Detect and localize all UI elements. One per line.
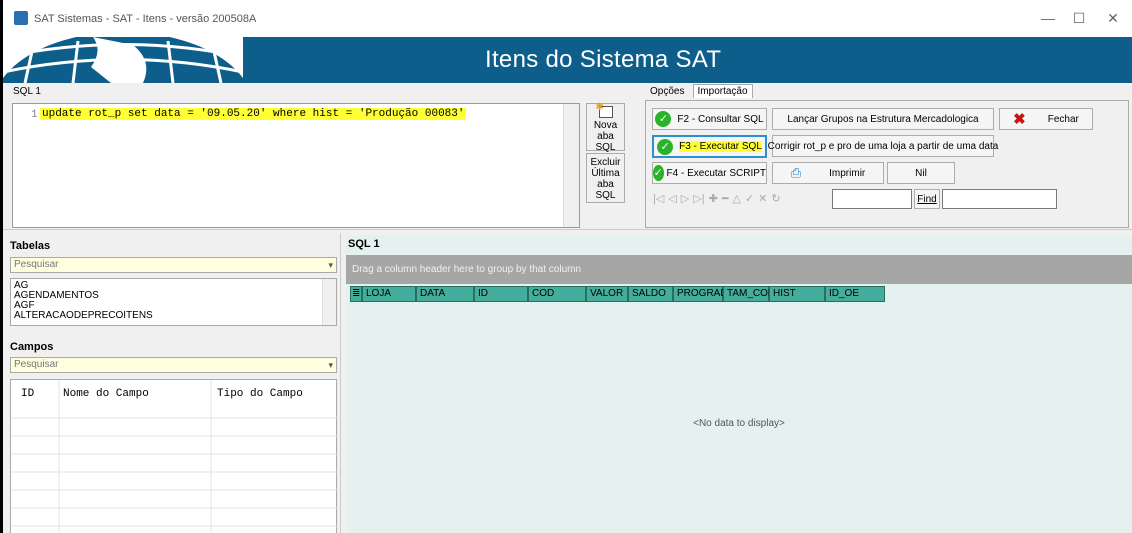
column-header[interactable]: VALOR (586, 286, 628, 302)
column-header[interactable]: HIST (769, 286, 825, 302)
launch-groups-button[interactable]: Lançar Grupos na Estrutura Mercadologica (772, 108, 994, 130)
refresh-record-icon[interactable]: ↻ (771, 192, 780, 205)
column-header[interactable]: LOJA (362, 286, 416, 302)
tables-list[interactable]: AG AGENDAMENTOS AGF ALTERACAODEPRECOITEN… (10, 278, 337, 326)
record-navigator: |◁ ◁ ▷ ▷| ✚ ━ △ ✓ ✕ ↻ (653, 192, 781, 205)
header-banner: Itens do Sistema SAT (3, 37, 1132, 83)
find-label: Find (917, 193, 937, 205)
new-sql-tab-label: Nova aba SQL (593, 120, 618, 153)
column-header[interactable]: COD (528, 286, 586, 302)
list-item[interactable]: AGENDAMENTOS (14, 291, 333, 301)
no-data-message: <No data to display> (693, 418, 785, 429)
delete-sql-tab-button[interactable]: Excluir Última aba SQL (586, 153, 625, 203)
list-item[interactable]: ALTERACAODEPRECOITENS (14, 311, 333, 321)
title-bar: SAT Sistemas - SAT - Itens - versão 2005… (3, 0, 1132, 37)
options-panel: ✓ F2 - Consultar SQL ✓ F3 - Executar SQL… (645, 100, 1129, 228)
find-value-input[interactable] (942, 189, 1057, 209)
app-window: SAT Sistemas - SAT - Itens - versão 2005… (3, 0, 1132, 533)
column-header[interactable]: PROGRADE (673, 286, 734, 302)
tables-label: Tabelas (10, 240, 51, 252)
tables-scrollbar[interactable] (322, 279, 336, 325)
fields-grid-lines (11, 380, 338, 533)
execute-script-label: F4 - Executar SCRIPT (666, 167, 766, 179)
last-record-icon[interactable]: ▷| (693, 192, 704, 205)
print-label: Imprimir (829, 167, 866, 179)
find-button[interactable]: Find (914, 189, 940, 209)
results-tab-title[interactable]: SQL 1 (348, 238, 380, 250)
fields-grid[interactable]: ID Nome do Campo Tipo do Campo (10, 379, 338, 533)
globe-logo (3, 37, 243, 83)
sql-editor[interactable]: 1 update rot_p set data = '09.05.20' whe… (12, 103, 580, 228)
chevron-down-icon[interactable]: ▾ (328, 258, 333, 272)
banner-title: Itens do Sistema SAT (485, 46, 722, 73)
column-chooser-icon[interactable]: ≣ (350, 286, 362, 302)
post-record-icon[interactable]: ✓ (745, 192, 754, 205)
print-button[interactable]: ⎙ Imprimir (772, 162, 884, 184)
close-button[interactable]: ✖ Fechar (999, 108, 1093, 130)
column-header[interactable]: ID_OE (825, 286, 885, 302)
fix-rot-button[interactable]: Corrigir rot_p e pro de uma loja a parti… (768, 135, 998, 157)
column-header[interactable]: DATA (416, 286, 474, 302)
results-column-headers: ≣ LOJA DATA ID COD VALOR SALDO PROGRADE … (350, 286, 885, 302)
fields-search-input[interactable]: Pesquisar ▾ (10, 357, 337, 373)
prior-record-icon[interactable]: ◁ (668, 192, 676, 205)
line-number: 1 (31, 109, 38, 121)
editor-scrollbar[interactable] (563, 104, 579, 227)
fields-search-placeholder: Pesquisar (14, 359, 59, 370)
new-tab-icon: ✱ (596, 102, 613, 118)
printer-icon: ⎙ (790, 165, 802, 180)
tables-search-input[interactable]: Pesquisar ▾ (10, 257, 337, 273)
execute-sql-label: F3 - Executar SQL (679, 141, 762, 152)
sql-tab[interactable]: SQL 1 (13, 86, 41, 97)
consult-sql-button[interactable]: ✓ F2 - Consultar SQL (652, 108, 767, 130)
chevron-down-icon[interactable]: ▾ (328, 358, 333, 372)
find-input[interactable] (832, 189, 912, 209)
consult-sql-label: F2 - Consultar SQL (677, 113, 764, 125)
window-title: SAT Sistemas - SAT - Itens - versão 2005… (34, 13, 257, 25)
nil-button[interactable]: Nil (887, 162, 955, 184)
column-header[interactable]: ID (474, 286, 528, 302)
cancel-record-icon[interactable]: ✕ (758, 192, 767, 205)
column-header[interactable]: SALDO (628, 286, 673, 302)
execute-sql-button[interactable]: ✓ F3 - Executar SQL (652, 135, 767, 158)
close-x-icon: ✖ (1013, 111, 1026, 128)
tables-search-placeholder: Pesquisar (14, 259, 59, 270)
close-label: Fechar (1047, 113, 1079, 125)
tab-opcoes[interactable]: Opções (645, 84, 689, 99)
tab-importacao[interactable]: Importação (692, 84, 753, 98)
delete-record-icon[interactable]: ━ (722, 192, 729, 205)
first-record-icon[interactable]: |◁ (653, 192, 664, 205)
results-panel: SQL 1 Drag a column header here to group… (346, 235, 1132, 533)
check-icon: ✓ (657, 138, 674, 155)
check-icon: ✓ (653, 165, 664, 181)
sql-code[interactable]: update rot_p set data = '09.05.20' where… (40, 108, 467, 120)
check-icon: ✓ (655, 111, 672, 127)
app-icon (14, 11, 28, 25)
group-by-panel[interactable]: Drag a column header here to group by th… (346, 255, 1132, 284)
delete-sql-tab-label: Excluir Última aba SQL (590, 157, 621, 201)
new-sql-tab-button[interactable]: ✱ Nova aba SQL (586, 102, 625, 153)
next-record-icon[interactable]: ▷ (681, 192, 689, 205)
insert-record-icon[interactable]: ✚ (709, 192, 718, 205)
fields-label: Campos (10, 341, 54, 353)
options-tabs: Opções Importação (645, 84, 753, 100)
column-header[interactable]: TAM_COR (723, 286, 775, 302)
left-panel: Tabelas Pesquisar ▾ AG AGENDAMENTOS AGF … (10, 235, 340, 533)
maximize-button[interactable]: ☐ (1069, 8, 1089, 28)
horizontal-splitter[interactable] (3, 229, 1132, 233)
execute-script-button[interactable]: ✓ F4 - Executar SCRIPT (652, 162, 767, 184)
close-window-button[interactable]: ✕ (1103, 8, 1123, 28)
edit-record-icon[interactable]: △ (732, 192, 740, 205)
minimize-button[interactable]: — (1038, 8, 1058, 28)
